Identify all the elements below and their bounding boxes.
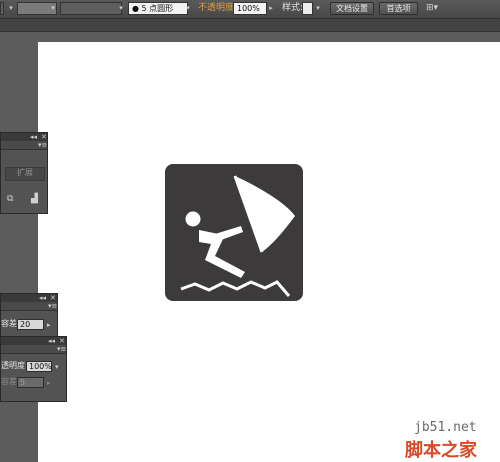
chevron-right-icon[interactable]: ▸ [268,2,274,15]
close-icon[interactable]: ✕ [41,133,47,141]
control-bar: ▾ ▾ ▾ ● 5 点圆形 ▾ 不透明度 100% ▸ 样式: ▾ 文档设置 首… [0,0,500,19]
tolerance-input[interactable]: 5 [17,377,44,388]
brush-definition-select[interactable]: ● 5 点圆形 [128,2,188,15]
preferences-button[interactable]: 首选项 [379,2,418,15]
style-label: 样式: [282,3,304,13]
collapse-icon[interactable]: ◂◂ [48,337,55,345]
stroke-weight-field[interactable] [0,2,4,15]
outline-icon[interactable]: ▟ [31,195,38,204]
opacity-label: 透明度: [1,361,28,370]
brush-profile-field[interactable] [60,2,122,15]
panel-menu-icon[interactable]: ▾≡ [48,302,57,310]
panel-menu-icon[interactable]: ▾≡ [57,345,66,353]
panel-header[interactable] [1,294,57,302]
windsurfer-glyph [180,175,295,297]
chevron-down-icon[interactable]: ▾ [55,363,59,371]
collapse-icon[interactable]: ◂◂ [39,294,46,302]
opacity-input[interactable]: 100% [26,361,52,372]
graphic-style-swatch[interactable] [302,2,313,15]
chevron-down-icon[interactable]: ▾ [8,2,14,15]
chevron-down-icon[interactable]: ▾ [185,2,191,15]
arrange-documents-icon[interactable]: ⊞▾ [426,2,446,15]
chevron-down-icon[interactable]: ▾ [118,2,124,15]
watermark-domain: jb51.net [414,420,477,435]
opacity-input[interactable]: 100% [233,2,267,15]
watermark-site-name: 脚本之家 [405,440,477,461]
pathfinder-panel: ◂◂ ✕ ▾≡ 扩展 ⧉ ▟ [0,132,48,214]
document-setup-button[interactable]: 文档设置 [330,2,374,15]
chevron-right-icon[interactable]: ▸ [47,321,51,329]
crop-icon[interactable]: ⧉ [7,195,13,204]
close-icon[interactable]: ✕ [50,294,56,302]
windsurfer-icon[interactable] [165,164,303,301]
panel-header[interactable] [1,337,66,345]
transparency-panel: ◂◂ ✕ ▾≡ 透明度: 100% ▾ 容差: 5 ▸ [0,336,67,402]
expand-button[interactable]: 扩展 [5,167,45,181]
chevron-down-icon[interactable]: ▾ [315,2,321,15]
document-tab-bar [0,19,500,32]
close-icon[interactable]: ✕ [59,337,65,345]
magic-wand-panel: ◂◂ ✕ ▾≡ 容差: 20 ▸ [0,293,58,339]
panel-menu-icon[interactable]: ▾≡ [38,141,47,149]
tolerance-input[interactable]: 20 [17,319,44,330]
chevron-down-icon[interactable]: ▾ [50,2,56,15]
opacity-label[interactable]: 不透明度 [198,2,234,15]
chevron-right-icon[interactable]: ▸ [47,379,51,387]
collapse-icon[interactable]: ◂◂ [30,133,37,141]
